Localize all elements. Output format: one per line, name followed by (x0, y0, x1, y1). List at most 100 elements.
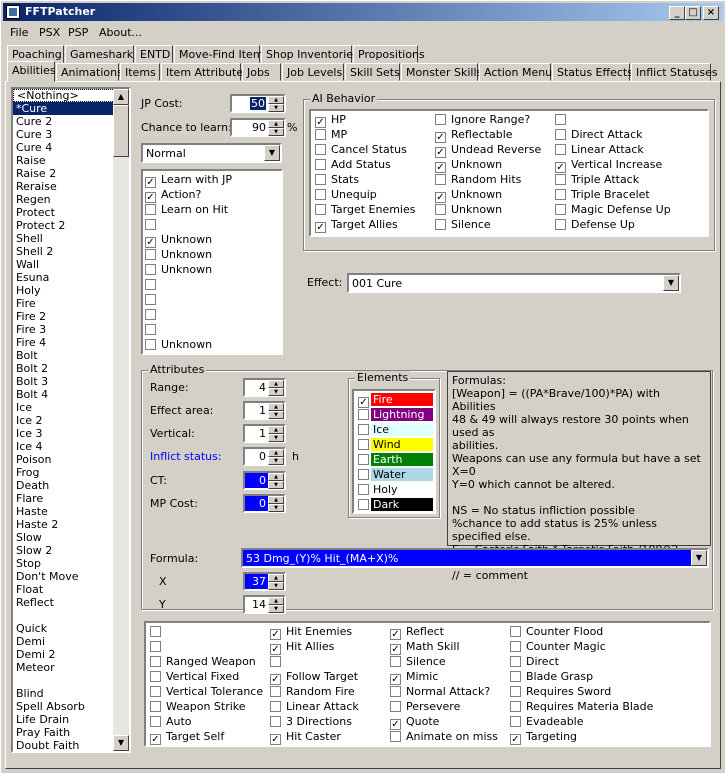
scroll-thumb[interactable] (113, 105, 129, 157)
checkbox-item[interactable]: Vertical Tolerance (150, 685, 263, 700)
list-item[interactable]: Bolt 4 (13, 388, 129, 401)
checkbox-item[interactable]: ✓ Unknown (435, 158, 502, 173)
checkbox[interactable]: ✓ (270, 629, 281, 640)
spin-down-icon[interactable]: ▼ (268, 582, 284, 590)
list-item[interactable]: Raise (13, 154, 129, 167)
checkbox[interactable]: ✓ (145, 192, 156, 203)
checkbox[interactable] (145, 294, 156, 305)
checkbox-item[interactable]: Stats (315, 173, 359, 188)
element-item[interactable]: Earth (356, 453, 434, 468)
list-item[interactable]: Flare (13, 492, 129, 505)
effect-select[interactable]: 001 Cure ▼ (347, 273, 681, 293)
element-item[interactable]: Dark (356, 498, 434, 512)
checkbox[interactable]: ✓ (390, 719, 401, 730)
checkbox[interactable] (358, 454, 369, 465)
checkbox-item[interactable] (150, 640, 166, 655)
checkbox-item[interactable]: Auto (150, 715, 192, 730)
checkbox-item[interactable]: Magic Defense Up (555, 203, 671, 218)
chevron-down-icon[interactable]: ▼ (264, 145, 280, 161)
checkbox-item[interactable]: Target Enemies (315, 203, 416, 218)
checkbox[interactable] (315, 159, 326, 170)
checkbox[interactable] (555, 114, 566, 125)
tab-entd[interactable]: ENTD (135, 45, 173, 63)
tab-animations[interactable]: Animations (56, 63, 123, 81)
checkbox[interactable] (270, 656, 281, 667)
checkbox-item[interactable]: Counter Magic (510, 640, 606, 655)
tab-shop-inventories[interactable]: Shop Inventories (261, 45, 359, 63)
checkbox-item[interactable]: Unequip (315, 188, 377, 203)
spin-up-icon[interactable]: ▲ (268, 597, 284, 605)
checkbox-item[interactable]: Triple Bracelet (555, 188, 650, 203)
list-item[interactable]: <Nothing> (13, 89, 129, 102)
checkbox[interactable] (145, 279, 156, 290)
element-item[interactable]: Lightning (356, 408, 434, 423)
maximize-button[interactable]: □ (685, 6, 701, 20)
tab-action-menus[interactable]: Action Menus (479, 63, 558, 81)
menu-psp[interactable]: PSP (68, 26, 88, 39)
list-item[interactable]: Float (13, 583, 129, 596)
list-item[interactable]: Pray Faith (13, 726, 129, 739)
spin-down-icon[interactable]: ▼ (268, 104, 284, 112)
list-item[interactable]: Cure 3 (13, 128, 129, 141)
checkbox-item[interactable]: Evadeable (510, 715, 584, 730)
list-item[interactable]: Don't Move (13, 570, 129, 583)
checkbox-item[interactable]: Weapon Strike (150, 700, 246, 715)
list-item[interactable]: Ice 2 (13, 414, 129, 427)
checkbox[interactable] (510, 656, 521, 667)
checkbox[interactable] (390, 656, 401, 667)
checkbox-item[interactable]: ✓ Target Self (150, 730, 224, 745)
vertical-value[interactable]: 1 (259, 427, 266, 440)
list-item[interactable]: Haste (13, 505, 129, 518)
checkbox[interactable]: ✓ (510, 734, 521, 745)
checkbox-item[interactable]: 3 Directions (270, 715, 352, 730)
checkbox-item[interactable]: Learn on Hit (145, 203, 228, 218)
list-item[interactable]: Ice 3 (13, 427, 129, 440)
checkbox-item[interactable]: Requires Materia Blade (510, 700, 653, 715)
list-item[interactable]: Bolt 3 (13, 375, 129, 388)
checkbox[interactable]: ✓ (435, 162, 446, 173)
checkbox-item[interactable]: ✓ Reflectable (435, 128, 513, 143)
checkbox-item[interactable]: Ignore Range? (435, 113, 530, 128)
checkbox-item[interactable]: ✓ Quote (390, 715, 439, 730)
list-item[interactable]: Haste 2 (13, 518, 129, 531)
checkbox-item[interactable]: ✓ Undead Reverse (435, 143, 541, 158)
checkbox[interactable] (510, 716, 521, 727)
tab-move-find-item[interactable]: Move-Find Item (174, 45, 264, 63)
checkbox[interactable] (150, 671, 161, 682)
checkbox[interactable] (145, 204, 156, 215)
spin-down-icon[interactable]: ▼ (268, 481, 284, 489)
spin-down-icon[interactable]: ▼ (268, 411, 284, 419)
minimize-button[interactable]: _ (669, 6, 685, 20)
inflict-status-spinner[interactable]: 0 ▲ ▼ (243, 447, 286, 466)
checkbox[interactable] (145, 249, 156, 260)
element-item[interactable]: Water (356, 468, 434, 483)
checkbox-item[interactable]: ✓ Vertical Increase (555, 158, 662, 173)
list-item[interactable]: Death (13, 479, 129, 492)
checkbox-item[interactable]: ✓ Reflect (390, 625, 444, 640)
checkbox-item[interactable]: Unknown (145, 248, 212, 263)
checkbox[interactable] (510, 671, 521, 682)
range-spinner[interactable]: 4 ▲ ▼ (243, 378, 286, 397)
checkbox[interactable] (358, 469, 369, 480)
checkbox-item[interactable]: Direct (510, 655, 559, 670)
checkbox-item[interactable]: Vertical Fixed (150, 670, 239, 685)
spin-up-icon[interactable]: ▲ (268, 380, 284, 388)
list-item[interactable]: Quick (13, 622, 129, 635)
checkbox[interactable] (358, 439, 369, 450)
chance-value[interactable]: 90 (252, 121, 266, 134)
checkbox[interactable] (390, 701, 401, 712)
checkbox[interactable] (555, 144, 566, 155)
tab-job-levels[interactable]: Job Levels (282, 63, 344, 81)
checkbox[interactable] (435, 219, 446, 230)
spin-up-icon[interactable]: ▲ (268, 96, 284, 104)
list-item[interactable]: Reflect (13, 596, 129, 609)
checkbox-item[interactable] (145, 293, 161, 308)
list-item[interactable]: Spell Absorb (13, 700, 129, 713)
list-item[interactable]: Fire 2 (13, 310, 129, 323)
checkbox-item[interactable]: ✓ Target Allies (315, 218, 398, 233)
checkbox[interactable] (150, 686, 161, 697)
checkbox-item[interactable] (145, 278, 161, 293)
checkbox[interactable] (315, 189, 326, 200)
checkbox-item[interactable] (270, 655, 286, 670)
checkbox-item[interactable]: Silence (390, 655, 446, 670)
